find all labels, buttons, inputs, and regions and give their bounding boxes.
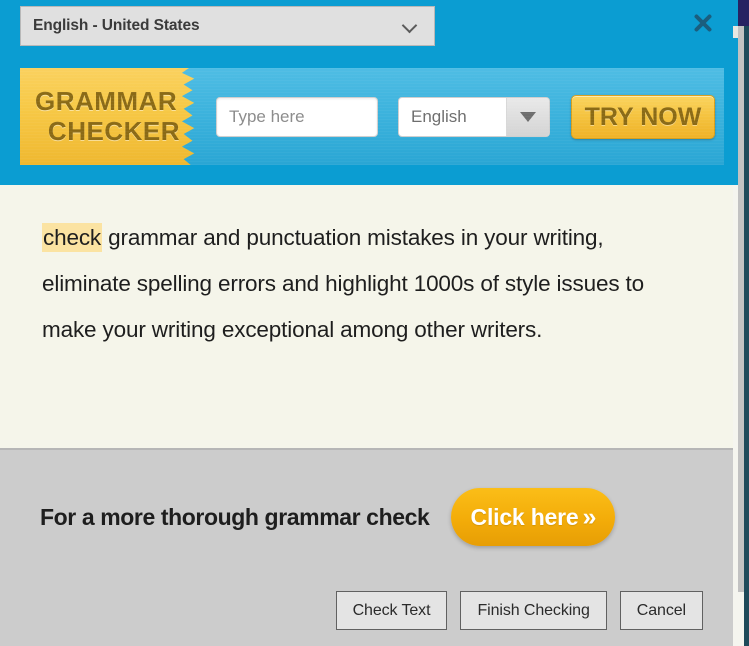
check-text-button[interactable]: Check Text — [335, 591, 448, 630]
window-edge-teal-strip — [744, 26, 749, 646]
click-here-button[interactable]: Click here » — [451, 488, 616, 546]
dialog-header-region: English - United States GRAMMAR CHECKER … — [0, 0, 738, 185]
chevron-down-icon — [402, 18, 418, 34]
window-edge-gray-strip — [738, 26, 744, 592]
document-text-area[interactable]: check grammar and punctuation mistakes i… — [0, 185, 733, 448]
grammar-checker-ad-banner[interactable]: GRAMMAR CHECKER Type here English TRY NO… — [20, 68, 724, 165]
try-now-button[interactable]: TRY NOW — [571, 95, 715, 139]
finish-checking-button[interactable]: Finish Checking — [460, 591, 607, 630]
document-paragraph: check grammar and punctuation mistakes i… — [42, 215, 688, 353]
ad-language-dropdown[interactable]: English — [398, 97, 550, 137]
footer-divider — [0, 448, 733, 450]
grammar-checker-dialog: English - United States GRAMMAR CHECKER … — [0, 0, 749, 646]
language-select[interactable]: English - United States — [20, 6, 435, 46]
click-here-text: Click here — [470, 503, 579, 530]
badge-line-grammar: GRAMMAR — [35, 86, 178, 117]
window-edge-tick — [733, 26, 738, 38]
triangle-down-icon — [506, 98, 549, 136]
highlighted-word[interactable]: check — [42, 223, 103, 252]
click-here-label: Click here » — [471, 504, 597, 531]
language-select-value: English - United States — [33, 17, 200, 34]
dialog-footer: For a more thorough grammar check Click … — [0, 448, 733, 646]
window-edge-navy-strip — [738, 0, 749, 26]
cancel-button[interactable]: Cancel — [619, 591, 703, 630]
close-icon[interactable] — [690, 10, 716, 36]
badge-line-checker: CHECKER — [47, 115, 180, 146]
grammar-checker-badge: GRAMMAR CHECKER — [20, 68, 195, 165]
double-chevron-right-icon: » — [582, 502, 597, 531]
ad-text-input[interactable]: Type here — [216, 97, 378, 137]
try-now-label: TRY NOW — [584, 102, 702, 131]
ad-language-value: English — [411, 107, 467, 126]
promo-row: For a more thorough grammar check Click … — [40, 488, 700, 546]
paragraph-remainder: grammar and punctuation mistakes in your… — [42, 225, 644, 342]
promo-text: For a more thorough grammar check — [40, 503, 430, 530]
dialog-button-row: Check Text Finish Checking Cancel — [335, 591, 703, 630]
